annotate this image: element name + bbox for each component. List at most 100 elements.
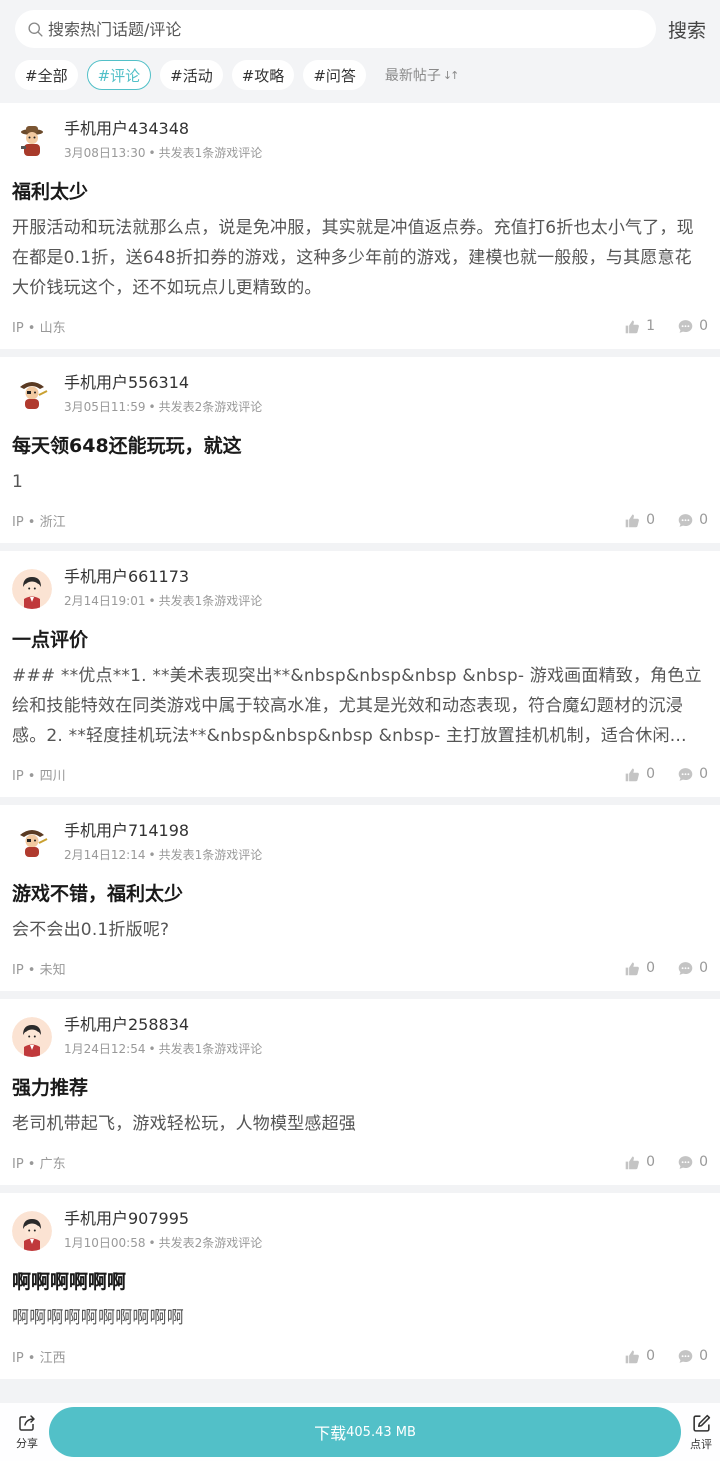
user-info: 手机用户556314 3月05日11:59 • 共发表2条游戏评论 bbox=[64, 373, 262, 415]
avatar[interactable] bbox=[12, 823, 52, 863]
post-card[interactable]: 手机用户661173 2月14日19:01 • 共发表1条游戏评论 一点评价 ### **… bbox=[0, 551, 720, 797]
comment-button[interactable]: 0 bbox=[677, 1348, 708, 1365]
post-title: 强力推荐 bbox=[12, 1077, 89, 1099]
user-info: 手机用户258834 1月24日12:54 • 共发表1条游戏评论 bbox=[64, 1015, 262, 1057]
post-card[interactable]: 手机用户907995 1月10日00:58 • 共发表2条游戏评论 啊啊啊啊啊啊 啊啊啊啊… bbox=[0, 1193, 720, 1379]
post-actions: 00 bbox=[602, 1154, 708, 1171]
thumbs-up-icon bbox=[625, 962, 640, 975]
like-count: 0 bbox=[646, 960, 656, 976]
post-card[interactable]: 手机用户714198 2月14日12:14 • 共发表1条游戏评论 游戏不错，福利太少会… bbox=[0, 805, 720, 991]
post-meta: 3月08日13:30 • 共发表1条游戏评论 bbox=[64, 145, 262, 161]
comment-count: 0 bbox=[699, 766, 708, 782]
comment-icon bbox=[678, 1349, 693, 1363]
username[interactable]: 手机用户714198 bbox=[64, 821, 262, 841]
meta-separator: • bbox=[148, 1042, 156, 1056]
post-header: 手机用户258834 1月24日12:54 • 共发表1条游戏评论 bbox=[12, 999, 708, 1057]
username[interactable]: 手机用户661173 bbox=[64, 567, 262, 587]
like-button[interactable]: 0 bbox=[624, 512, 655, 529]
post-card[interactable]: 手机用户556314 3月05日11:59 • 共发表2条游戏评论 每天领648还能玩玩… bbox=[0, 357, 720, 543]
like-button[interactable]: 0 bbox=[624, 1348, 655, 1365]
username[interactable]: 手机用户556314 bbox=[64, 373, 262, 393]
tag-guide[interactable]: #攻略 bbox=[231, 60, 295, 90]
review-label: 点评 bbox=[690, 1437, 712, 1451]
like-count: 1 bbox=[646, 318, 656, 334]
post-meta: 2月14日12:14 • 共发表1条游戏评论 bbox=[64, 847, 262, 863]
comment-icon bbox=[678, 513, 693, 527]
comment-count: 0 bbox=[699, 1348, 708, 1364]
like-button[interactable]: 0 bbox=[624, 960, 655, 977]
tag-activity[interactable]: #活动 bbox=[160, 60, 223, 90]
thumbs-up-icon bbox=[625, 514, 640, 527]
post-footer: IP • 浙江 0 0 bbox=[12, 497, 708, 543]
post-content: 1 bbox=[12, 472, 24, 492]
like-count: 0 bbox=[646, 1154, 656, 1170]
tag-all[interactable]: #全部 bbox=[15, 60, 78, 90]
post-footer: IP • 广东 0 0 bbox=[12, 1139, 708, 1185]
post-meta: 3月05日11:59 • 共发表2条游戏评论 bbox=[64, 399, 262, 415]
ip-location: IP • 四川 bbox=[12, 768, 66, 784]
meta-separator: • bbox=[148, 400, 156, 414]
download-button[interactable]: 下载 405.43 MB bbox=[49, 1407, 681, 1457]
post-date: 2月14日19:01 bbox=[64, 594, 146, 608]
ip-location: IP • 浙江 bbox=[12, 514, 66, 530]
ip-location: IP • 江西 bbox=[12, 1350, 66, 1366]
thumbs-up-icon bbox=[625, 1156, 640, 1169]
like-button[interactable]: 0 bbox=[624, 766, 655, 783]
post-date: 1月24日12:54 bbox=[64, 1042, 146, 1056]
post-title: 啊啊啊啊啊啊 bbox=[12, 1271, 127, 1293]
post-card[interactable]: 手机用户258834 1月24日12:54 • 共发表1条游戏评论 强力推荐 老司机带起飞… bbox=[0, 999, 720, 1185]
download-label: 下载 bbox=[314, 1424, 347, 1443]
search-input[interactable] bbox=[48, 19, 608, 39]
user-info: 手机用户434348 3月08日13:30 • 共发表1条游戏评论 bbox=[64, 119, 262, 161]
review-button[interactable]: 点评 bbox=[683, 1413, 719, 1452]
post-footer: IP • 未知 0 0 bbox=[12, 945, 708, 991]
sort-dropdown[interactable]: 最新帖子 ↓↑ bbox=[384, 65, 460, 85]
username[interactable]: 手机用户258834 bbox=[64, 1015, 262, 1035]
search-box[interactable] bbox=[15, 10, 656, 48]
meta-separator: • bbox=[148, 848, 156, 862]
post-content: 会不会出0.1折版呢? bbox=[12, 920, 170, 940]
comment-button[interactable]: 0 bbox=[677, 766, 708, 783]
like-button[interactable]: 1 bbox=[624, 318, 655, 335]
post-card[interactable]: 手机用户434348 3月08日13:30 • 共发表1条游戏评论 福利太少 开服活动和玩… bbox=[0, 103, 720, 349]
post-meta: 1月10日00:58 • 共发表2条游戏评论 bbox=[64, 1235, 262, 1251]
comment-icon bbox=[678, 767, 693, 781]
download-size: 405.43 MB bbox=[346, 1424, 416, 1440]
post-header: 手机用户907995 1月10日00:58 • 共发表2条游戏评论 bbox=[12, 1193, 708, 1251]
user-review-count: 共发表1条游戏评论 bbox=[158, 848, 263, 862]
avatar[interactable] bbox=[12, 121, 52, 161]
post-actions: 00 bbox=[602, 512, 708, 529]
comment-button[interactable]: 0 bbox=[677, 960, 708, 977]
post-feed: 手机用户434348 3月08日13:30 • 共发表1条游戏评论 福利太少 开服活动和玩… bbox=[0, 103, 720, 1379]
post-title: 一点评价 bbox=[12, 629, 89, 651]
post-footer: IP • 四川 0 0 bbox=[12, 751, 708, 797]
like-count: 0 bbox=[646, 512, 656, 528]
sort-label: 最新帖子 bbox=[384, 68, 441, 84]
meta-separator: • bbox=[148, 594, 156, 608]
post-footer: IP • 山东 1 0 bbox=[12, 303, 708, 349]
ip-location: IP • 广东 bbox=[12, 1156, 66, 1172]
bottom-bar: 分享 下载 405.43 MB 点评 bbox=[0, 1403, 720, 1461]
share-button[interactable]: 分享 bbox=[5, 1413, 49, 1451]
like-button[interactable]: 0 bbox=[624, 1154, 655, 1171]
tag-review[interactable]: #评论 bbox=[86, 60, 152, 90]
search-button[interactable]: 搜索 bbox=[668, 16, 708, 43]
username[interactable]: 手机用户434348 bbox=[64, 119, 262, 139]
comment-count: 0 bbox=[699, 960, 708, 976]
post-meta: 2月14日19:01 • 共发表1条游戏评论 bbox=[64, 593, 262, 609]
avatar[interactable] bbox=[12, 1211, 52, 1251]
tag-bar: #全部 #评论 #活动 #攻略 #问答 最新帖子 ↓↑ bbox=[15, 60, 708, 90]
avatar[interactable] bbox=[12, 569, 52, 609]
avatar[interactable] bbox=[12, 1017, 52, 1057]
post-actions: 00 bbox=[602, 766, 708, 783]
tag-qa[interactable]: #问答 bbox=[303, 60, 366, 90]
post-content: 老司机带起飞，游戏轻松玩，人物模型感超强 bbox=[12, 1114, 356, 1134]
comment-count: 0 bbox=[699, 1154, 708, 1170]
comment-button[interactable]: 0 bbox=[677, 318, 708, 335]
avatar[interactable] bbox=[12, 375, 52, 415]
username[interactable]: 手机用户907995 bbox=[64, 1209, 262, 1229]
comment-count: 0 bbox=[699, 318, 708, 334]
comment-button[interactable]: 0 bbox=[677, 512, 708, 529]
ip-location: IP • 山东 bbox=[12, 320, 66, 336]
comment-button[interactable]: 0 bbox=[677, 1154, 708, 1171]
